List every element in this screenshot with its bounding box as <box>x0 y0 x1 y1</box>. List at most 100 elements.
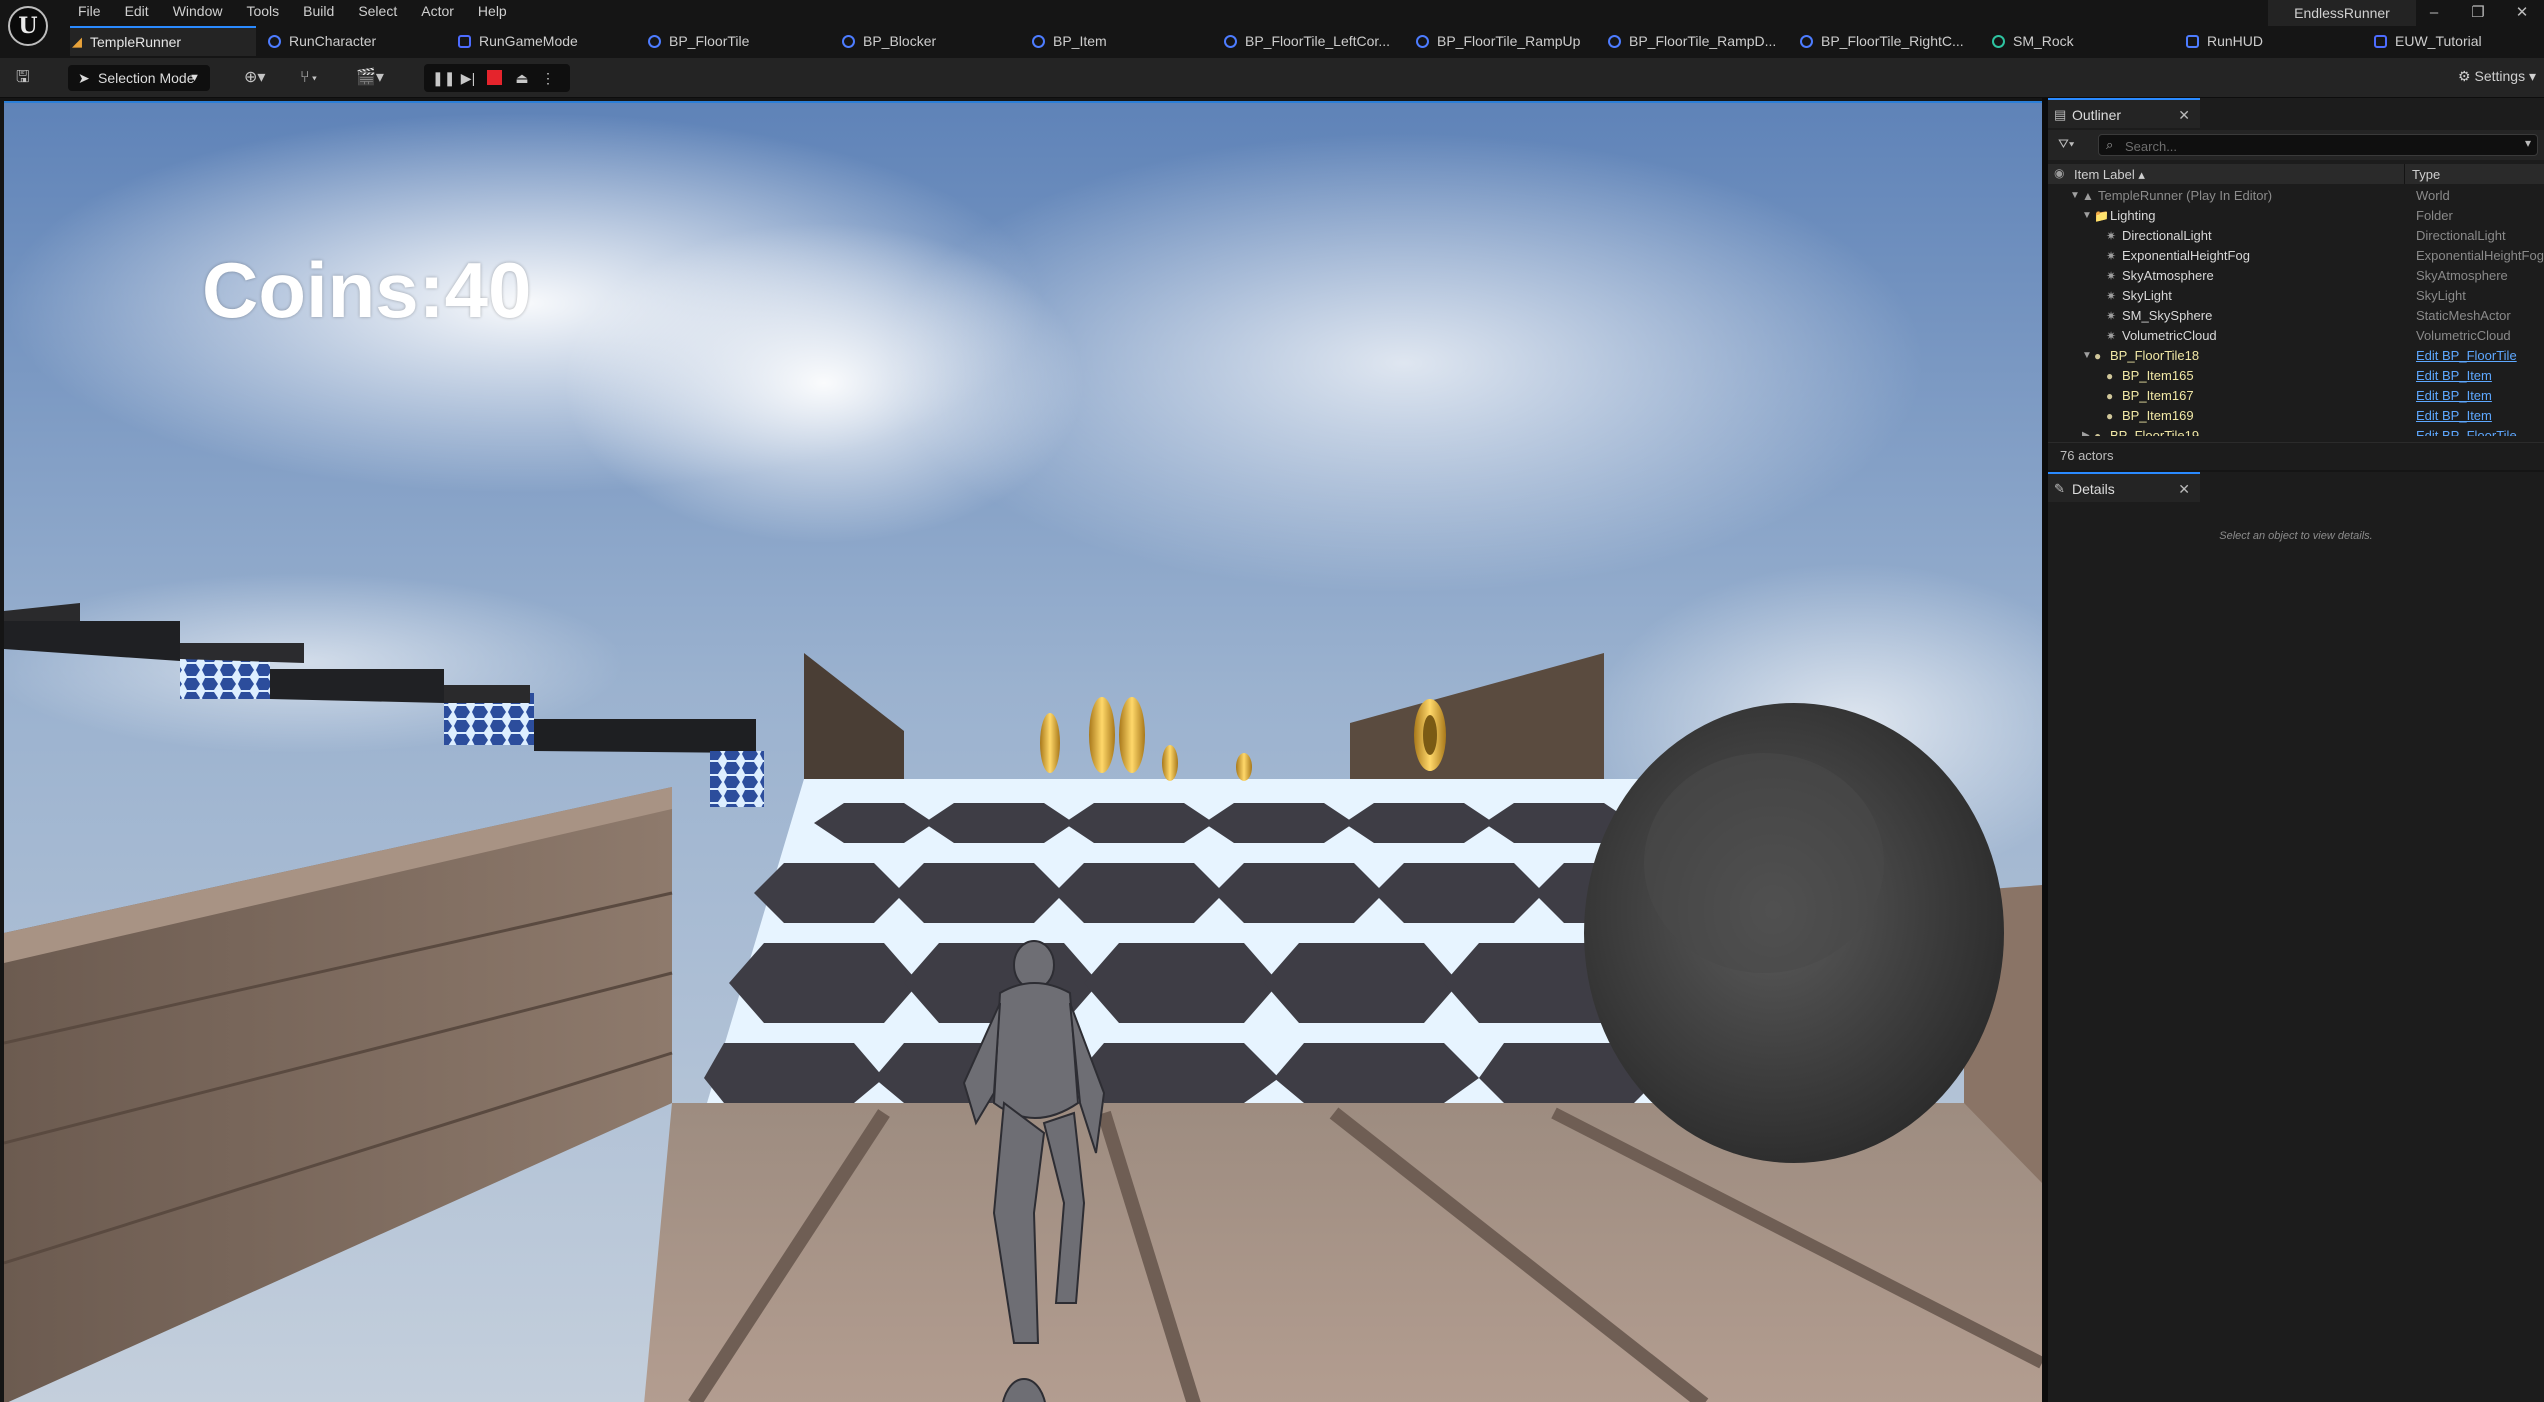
more-options-icon[interactable]: ⋮ <box>538 68 558 88</box>
outliner-row[interactable]: ✷ SkyAtmosphere SkyAtmosphere <box>2048 266 2544 286</box>
tab-bp-floortile-rampdown[interactable]: BP_FloorTile_RampD... <box>1608 26 1776 56</box>
add-actor-icon[interactable]: ⊕▾ <box>244 68 265 88</box>
outliner-row-type: SkyLight <box>2416 288 2466 303</box>
tab-rungamemode[interactable]: RunGameMode <box>458 26 578 56</box>
close-window-icon[interactable]: ✕ <box>2500 0 2544 26</box>
blueprint-icon <box>268 34 281 48</box>
blueprint-icon <box>1224 34 1237 48</box>
menu-select[interactable]: Select <box>346 0 409 22</box>
outliner-row[interactable]: ✷ DirectionalLight DirectionalLight <box>2048 226 2544 246</box>
tab-details[interactable]: ✎ Details ✕ <box>2048 472 2200 502</box>
menu-edit[interactable]: Edit <box>113 0 161 22</box>
tab-bp-blocker[interactable]: BP_Blocker <box>842 26 936 56</box>
tab-bp-floortile-leftcorner[interactable]: BP_FloorTile_LeftCor... <box>1224 26 1390 56</box>
static-mesh-icon <box>1992 34 2005 48</box>
outliner-row[interactable]: ▼ 📁 Lighting Folder <box>2048 206 2544 226</box>
tab-label: SM_Rock <box>2013 33 2074 49</box>
tab-sm-rock[interactable]: SM_Rock <box>1992 26 2074 56</box>
minimize-icon[interactable]: – <box>2412 0 2456 26</box>
outliner-row[interactable]: ▶ ● BP_FloorTile19 Edit BP_FloorTile <box>2048 426 2544 436</box>
menu-window[interactable]: Window <box>161 0 235 22</box>
tab-bp-floortile[interactable]: BP_FloorTile <box>648 26 749 56</box>
frame-skip-icon[interactable]: ▶| <box>458 68 478 88</box>
edit-blueprint-link[interactable]: Edit BP_Item <box>2416 386 2492 406</box>
save-icon[interactable]: 🖫 <box>16 68 30 88</box>
outliner-row[interactable]: ✷ SkyLight SkyLight <box>2048 286 2544 306</box>
edit-blueprint-link[interactable]: Edit BP_Item <box>2416 406 2492 426</box>
tab-bp-floortile-rampup[interactable]: BP_FloorTile_RampUp <box>1416 26 1580 56</box>
tab-euw-tutorial[interactable]: EUW_Tutorial <box>2374 26 2482 56</box>
details-panel: ✎ Details ✕ Select an object to view det… <box>2048 472 2544 1402</box>
cinematics-icon[interactable]: 🎬▾ <box>356 68 384 88</box>
blueprint-actor-icon: ● <box>2094 429 2102 436</box>
tab-label: BP_Blocker <box>863 33 937 49</box>
pause-icon[interactable]: ❚❚ <box>432 68 455 88</box>
expand-arrow-down-icon[interactable]: ▼ <box>2082 206 2092 226</box>
tab-label: TempleRunner <box>90 34 182 50</box>
outliner-row-label: SkyAtmosphere <box>2122 268 2214 283</box>
coins-counter: Coins:40 <box>202 246 532 334</box>
menu-file[interactable]: File <box>66 0 113 22</box>
filter-icon[interactable]: ⛛▾ <box>2058 136 2074 152</box>
column-item-label[interactable]: Item Label ▴ <box>2074 167 2145 183</box>
column-type[interactable]: Type <box>2412 167 2440 182</box>
outliner-row[interactable]: ▼ ▲ TempleRunner (Play In Editor) World <box>2048 186 2544 206</box>
blueprint-actor-icon: ● <box>2094 349 2102 363</box>
widget-icon <box>458 34 471 48</box>
outliner-row[interactable]: ● BP_Item165 Edit BP_Item <box>2048 366 2544 386</box>
outliner-row-type: StaticMeshActor <box>2416 308 2511 323</box>
restore-icon[interactable]: ❐ <box>2456 0 2500 26</box>
outliner-row-label: BP_FloorTile19 <box>2110 428 2200 436</box>
menu-actor[interactable]: Actor <box>409 0 466 22</box>
outliner-row[interactable]: ● BP_Item169 Edit BP_Item <box>2048 406 2544 426</box>
expand-arrow-down-icon[interactable]: ▼ <box>2070 186 2080 206</box>
selection-mode-dropdown[interactable]: ➤ Selection Mode ▼ <box>68 65 210 91</box>
edit-blueprint-link[interactable]: Edit BP_Item <box>2416 366 2492 386</box>
blueprint-actor-icon: ● <box>2106 369 2114 383</box>
tab-label: EUW_Tutorial <box>2395 33 2482 49</box>
search-input[interactable] <box>2125 137 2505 155</box>
tab-templerunner[interactable]: ◢ TempleRunner <box>70 26 256 56</box>
actor-icon: ✷ <box>2106 249 2117 263</box>
blueprint-icon <box>1032 34 1045 48</box>
expand-arrow-down-icon[interactable]: ▼ <box>2082 346 2092 366</box>
expand-arrow-right-icon[interactable]: ▶ <box>2082 426 2090 436</box>
visibility-eye-icon[interactable]: ◉ <box>2054 166 2064 180</box>
edit-blueprint-link[interactable]: Edit BP_FloorTile <box>2416 426 2517 436</box>
menu-build[interactable]: Build <box>291 0 346 22</box>
outliner-row[interactable]: ✷ ExponentialHeightFog ExponentialHeightFo… <box>2048 246 2544 266</box>
tab-bp-item[interactable]: BP_Item <box>1032 26 1107 56</box>
outliner-row[interactable]: ▼ ● BP_FloorTile18 Edit BP_FloorTile <box>2048 346 2544 366</box>
menu-tools[interactable]: Tools <box>234 0 291 22</box>
level-toolbar: 🖫 ➤ Selection Mode ▼ ⊕▾ ⑂▾ 🎬▾ ❚❚ ▶| ⏏ ⋮ … <box>0 58 2544 98</box>
eject-icon[interactable]: ⏏ <box>512 68 532 88</box>
outliner-row[interactable]: ✷ SM_SkySphere StaticMeshActor <box>2048 306 2544 326</box>
actor-icon: ✷ <box>2106 329 2117 343</box>
unreal-logo-icon[interactable]: U <box>8 6 48 46</box>
window-controls: – ❐ ✕ <box>2412 0 2544 26</box>
tab-runhud[interactable]: RunHUD <box>2186 26 2263 56</box>
stop-button[interactable] <box>484 68 504 88</box>
outliner-row-label: DirectionalLight <box>2122 228 2212 243</box>
tab-label: BP_Item <box>1053 33 1107 49</box>
blueprint-menu-icon[interactable]: ⑂▾ <box>300 68 319 88</box>
tab-label: BP_FloorTile_RampUp <box>1437 33 1581 49</box>
blueprint-icon <box>842 34 855 48</box>
actor-icon: ▲ <box>2082 189 2094 203</box>
menu-help[interactable]: Help <box>466 0 519 22</box>
chevron-down-icon: ▾ <box>2528 68 2536 84</box>
close-icon[interactable]: ✕ <box>2178 100 2190 130</box>
outliner-row[interactable]: ✷ VolumetricCloud VolumetricCloud <box>2048 326 2544 346</box>
column-divider[interactable] <box>2404 164 2405 184</box>
settings-button[interactable]: ⚙ Settings ▾ <box>2458 68 2536 85</box>
outliner-row[interactable]: ● BP_Item167 Edit BP_Item <box>2048 386 2544 406</box>
tab-outliner[interactable]: ▤ Outliner ✕ <box>2048 98 2200 128</box>
tab-bp-floortile-rightcorner[interactable]: BP_FloorTile_RightC... <box>1800 26 1964 56</box>
outliner-row-label: TempleRunner (Play In Editor) <box>2098 188 2273 203</box>
edit-blueprint-link[interactable]: Edit BP_FloorTile <box>2416 346 2517 366</box>
game-viewport[interactable]: Coins:40 <box>4 101 2042 1402</box>
chevron-down-icon[interactable]: ▾ <box>2525 136 2531 150</box>
tab-runcharacter[interactable]: RunCharacter <box>268 26 376 56</box>
close-icon[interactable]: ✕ <box>2178 474 2190 504</box>
outliner-tree: ▼ ▲ TempleRunner (Play In Editor) World ▼ 📁 Li… <box>2048 186 2544 436</box>
